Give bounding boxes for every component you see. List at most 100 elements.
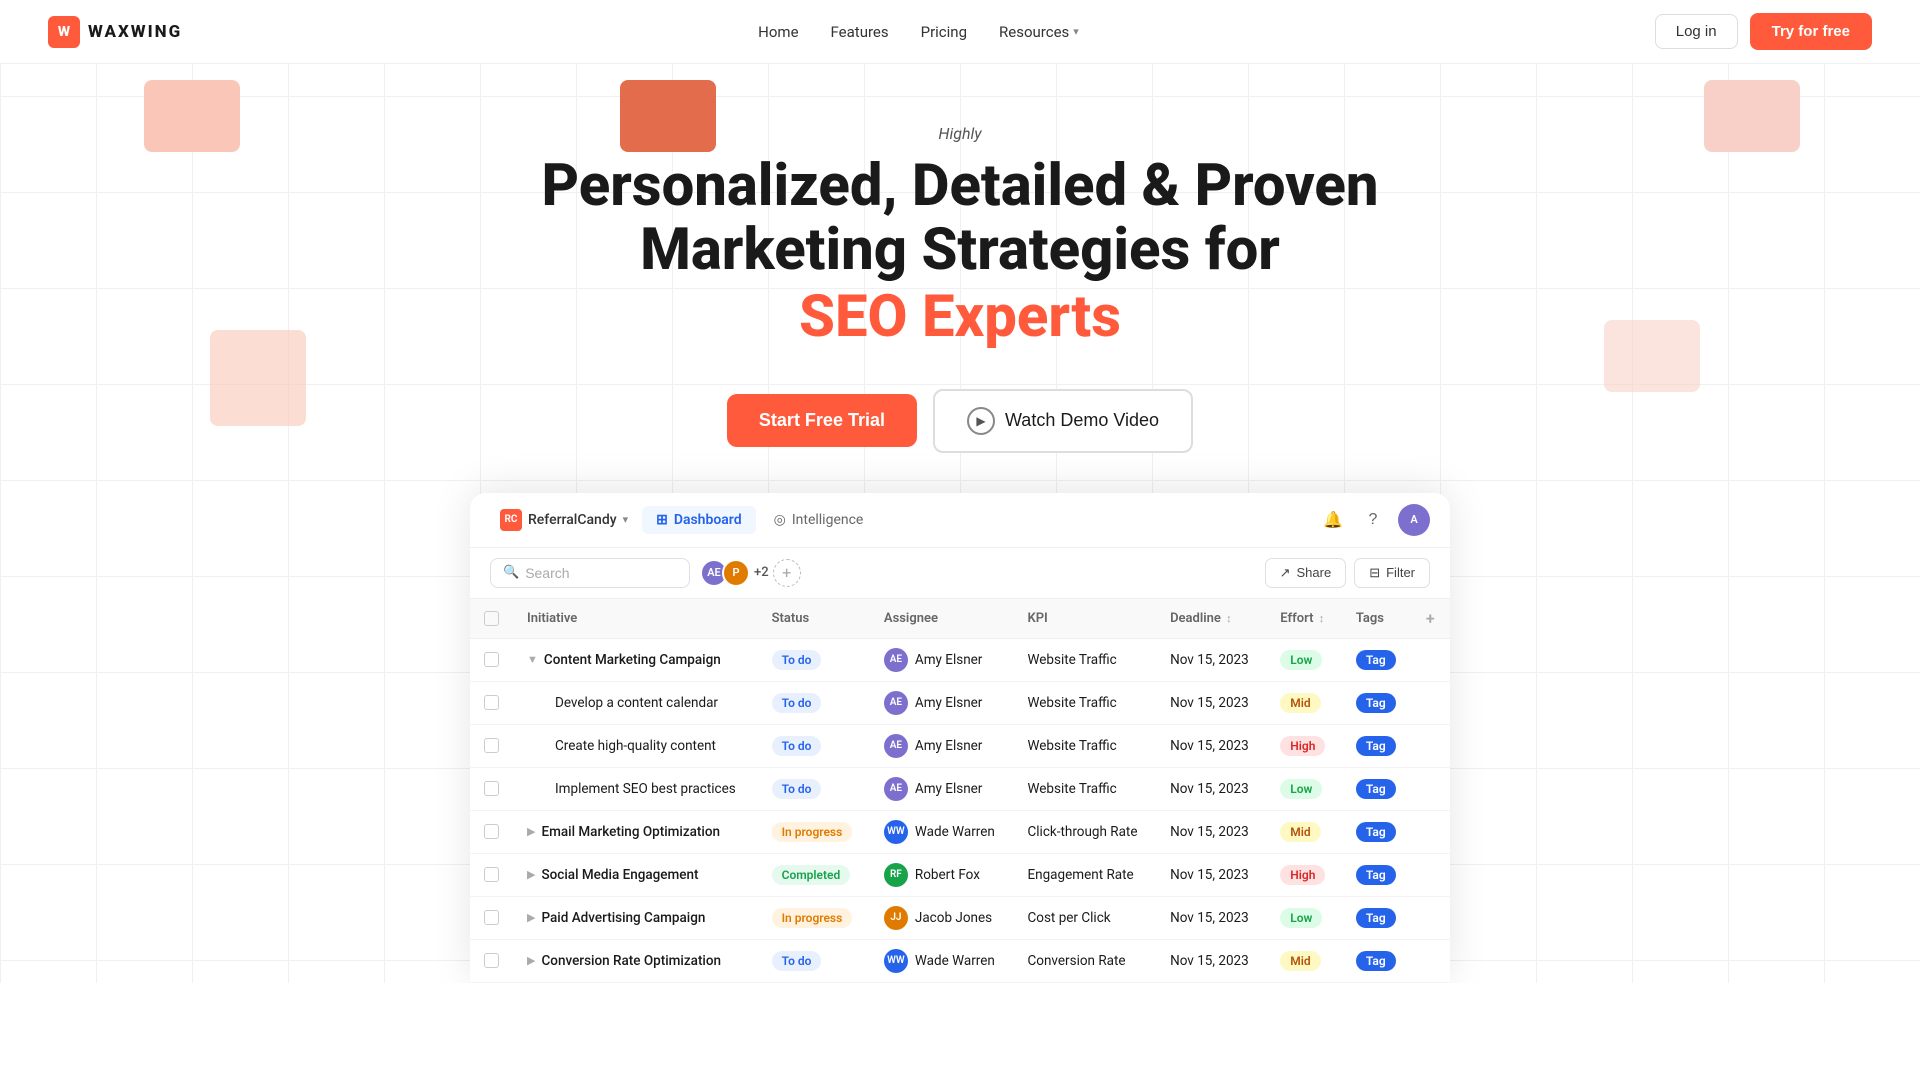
status-cell: To do xyxy=(758,724,870,767)
tab-intelligence[interactable]: ◎ Intelligence xyxy=(760,506,878,534)
initiative-cell: Create high-quality content xyxy=(513,724,758,767)
kpi-cell: Click-through Rate xyxy=(1013,810,1156,853)
expand-icon[interactable]: ▶ xyxy=(527,911,535,924)
initiative-name: Create high-quality content xyxy=(555,738,716,754)
initiative-name: Conversion Rate Optimization xyxy=(541,953,721,969)
expand-icon[interactable]: ▶ xyxy=(527,954,535,967)
workspace-selector[interactable]: RC ReferralCandy ▾ xyxy=(490,503,638,537)
initiative-cell: ▶ Email Marketing Optimization xyxy=(513,810,758,853)
add-member-button[interactable]: + xyxy=(773,559,801,587)
add-column-header[interactable]: + xyxy=(1412,599,1450,639)
row-checkbox[interactable] xyxy=(470,724,513,767)
row-checkbox[interactable] xyxy=(470,767,513,810)
extra-cell xyxy=(1412,724,1450,767)
assignee-name: Wade Warren xyxy=(915,953,995,969)
assignee-name: Amy Elsner xyxy=(915,738,983,754)
status-badge: Completed xyxy=(772,865,851,885)
select-all-header[interactable] xyxy=(470,599,513,639)
nav-resources[interactable]: Resources ▾ xyxy=(999,23,1079,41)
expand-icon[interactable]: ▶ xyxy=(527,825,535,838)
assignee-avatar: WW xyxy=(884,820,908,844)
hero-rotating-words: SEO Experts Product Marketers xyxy=(716,283,1205,353)
status-badge: In progress xyxy=(772,908,853,928)
status-badge: To do xyxy=(772,951,822,971)
status-cell: To do xyxy=(758,681,870,724)
kpi-cell: Website Traffic xyxy=(1013,724,1156,767)
filter-button[interactable]: ⊟ Filter xyxy=(1354,558,1430,588)
extra-cell xyxy=(1412,681,1450,724)
start-free-trial-button[interactable]: Start Free Trial xyxy=(727,394,917,447)
help-button[interactable]: ? xyxy=(1358,505,1388,535)
dashboard-widget: RC ReferralCandy ▾ ⊞ Dashboard ◎ Intelli… xyxy=(470,493,1450,983)
status-cell: In progress xyxy=(758,896,870,939)
expand-icon[interactable]: ▼ xyxy=(527,653,538,666)
deadline-cell: Nov 15, 2023 xyxy=(1156,767,1266,810)
initiative-cell: ▶ Social Media Engagement xyxy=(513,853,758,896)
row-checkbox[interactable] xyxy=(470,681,513,724)
dashboard-tab-icon: ⊞ xyxy=(656,512,668,528)
search-input[interactable] xyxy=(525,565,677,581)
tab-dashboard[interactable]: ⊞ Dashboard xyxy=(642,506,756,534)
toolbar-right: ↗ Share ⊟ Filter xyxy=(1265,558,1430,588)
nav-pricing[interactable]: Pricing xyxy=(921,23,967,41)
chevron-down-icon: ▾ xyxy=(1073,25,1079,38)
row-checkbox[interactable] xyxy=(470,896,513,939)
nav-home[interactable]: Home xyxy=(758,23,798,41)
effort-cell: Low xyxy=(1266,896,1342,939)
kpi-cell: Engagement Rate xyxy=(1013,853,1156,896)
row-checkbox[interactable] xyxy=(470,939,513,982)
deadline-cell: Nov 15, 2023 xyxy=(1156,681,1266,724)
share-icon: ↗ xyxy=(1280,565,1291,581)
status-cell: To do xyxy=(758,767,870,810)
hero-buttons: Start Free Trial ▶ Watch Demo Video xyxy=(727,389,1193,453)
navbar: W WAXWING Home Features Pricing Resource… xyxy=(0,0,1920,64)
table-row: Develop a content calendar To do AE Amy … xyxy=(470,681,1450,724)
extra-cell xyxy=(1412,939,1450,982)
assignee-cell: AE Amy Elsner xyxy=(870,724,1014,767)
deadline-cell: Nov 15, 2023 xyxy=(1156,810,1266,853)
tags-cell: Tag xyxy=(1342,681,1412,724)
initiative-header: Initiative xyxy=(513,599,758,639)
expand-icon[interactable]: ▶ xyxy=(527,868,535,881)
tag-badge: Tag xyxy=(1356,779,1396,799)
deadline-header: Deadline ↕ xyxy=(1156,599,1266,639)
try-free-button[interactable]: Try for free xyxy=(1750,13,1872,50)
effort-badge: Mid xyxy=(1280,822,1320,842)
extra-cell xyxy=(1412,853,1450,896)
kpi-cell: Website Traffic xyxy=(1013,681,1156,724)
effort-badge: Mid xyxy=(1280,693,1320,713)
assignee-name: Wade Warren xyxy=(915,824,995,840)
logo-icon: W xyxy=(48,16,80,48)
status-badge: To do xyxy=(772,693,822,713)
table-row: Implement SEO best practices To do AE Am… xyxy=(470,767,1450,810)
row-checkbox[interactable] xyxy=(470,810,513,853)
dashboard-toolbar: 🔍 AE P +2 + ↗ Share ⊟ Filter xyxy=(470,548,1450,599)
status-cell: To do xyxy=(758,939,870,982)
status-cell: In progress xyxy=(758,810,870,853)
row-checkbox[interactable] xyxy=(470,853,513,896)
tag-badge: Tag xyxy=(1356,650,1396,670)
login-button[interactable]: Log in xyxy=(1655,14,1738,49)
notification-button[interactable]: 🔔 xyxy=(1318,505,1348,535)
initiative-name: Social Media Engagement xyxy=(541,867,698,883)
effort-sort-icon[interactable]: ↕ xyxy=(1319,612,1325,625)
initiative-cell: ▼ Content Marketing Campaign xyxy=(513,638,758,681)
tag-badge: Tag xyxy=(1356,736,1396,756)
nav-features[interactable]: Features xyxy=(831,23,889,41)
effort-cell: Mid xyxy=(1266,810,1342,853)
assignee-avatar: RF xyxy=(884,863,908,887)
share-button[interactable]: ↗ Share xyxy=(1265,558,1347,588)
tag-badge: Tag xyxy=(1356,908,1396,928)
avatar-p: P xyxy=(722,559,750,587)
row-checkbox[interactable] xyxy=(470,638,513,681)
status-cell: To do xyxy=(758,638,870,681)
user-avatar[interactable]: A xyxy=(1398,504,1430,536)
initiatives-table: Initiative Status Assignee KPI Deadline xyxy=(470,599,1450,983)
add-column-icon[interactable]: + xyxy=(1426,609,1435,628)
deadline-sort-icon[interactable]: ↕ xyxy=(1226,612,1232,625)
assignee-cell: AE Amy Elsner xyxy=(870,681,1014,724)
kpi-header: KPI xyxy=(1013,599,1156,639)
nav-logo: W WAXWING xyxy=(48,16,182,48)
hero-content: Highly Personalized, Detailed & Proven M… xyxy=(0,64,1920,493)
watch-demo-button[interactable]: ▶ Watch Demo Video xyxy=(933,389,1193,453)
